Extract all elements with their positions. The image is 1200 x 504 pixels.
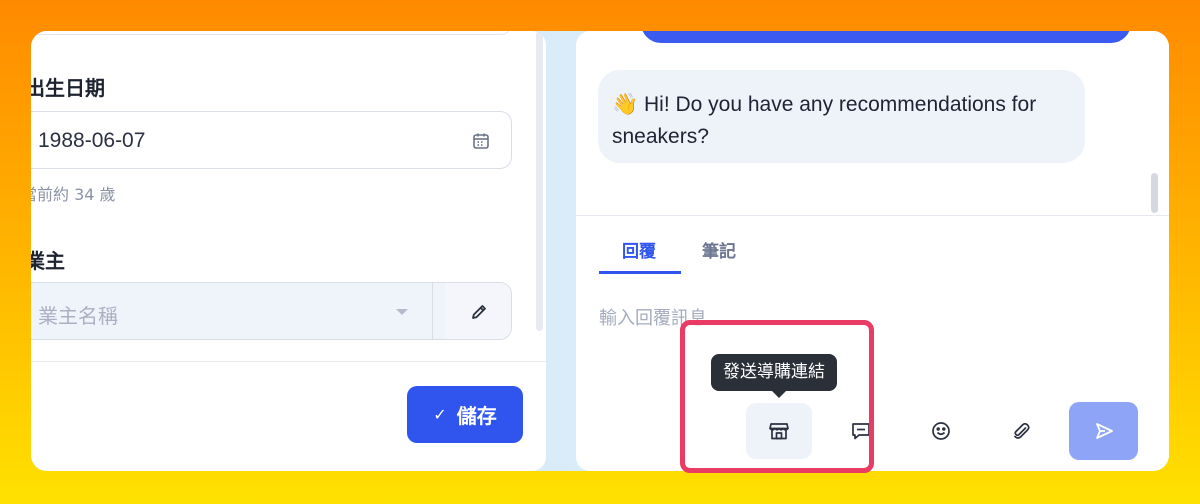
owner-select[interactable]: 業主名稱 — [31, 282, 512, 340]
shop-icon — [769, 423, 789, 440]
attach-button[interactable] — [988, 403, 1054, 459]
save-label: 儲存 — [456, 404, 497, 428]
form-scrollbar[interactable] — [536, 31, 543, 331]
send-button[interactable] — [1069, 402, 1138, 460]
birthdate-value: 1988-06-07 — [38, 129, 146, 152]
waving-hand-icon: 👋 — [612, 92, 639, 116]
chat-divider — [576, 215, 1169, 216]
edit-owner-button[interactable] — [445, 283, 511, 339]
previous-message-bubble — [641, 31, 1131, 43]
active-tab-indicator — [599, 271, 681, 274]
message-text: 👋 Hi! Do you have any recommendations fo… — [612, 88, 1052, 153]
owner-label: 業主 — [31, 249, 65, 273]
customer-message-bubble: 👋 Hi! Do you have any recommendations fo… — [598, 70, 1085, 163]
pencil-icon — [472, 305, 486, 319]
chevron-down-icon — [396, 309, 408, 315]
calendar-icon[interactable] — [471, 131, 491, 151]
tab-notes[interactable]: 筆記 — [702, 237, 736, 262]
tooltip-arrow — [772, 391, 786, 398]
birthdate-input[interactable]: 1988-06-07 — [31, 111, 512, 169]
send-icon — [1095, 423, 1113, 439]
form-divider — [31, 361, 546, 362]
previous-field[interactable] — [31, 31, 511, 35]
birthdate-label: 出生日期 — [31, 76, 105, 100]
select-divider — [432, 283, 433, 339]
message-body: Hi! Do you have any recommendations for … — [612, 93, 1037, 148]
app-window: 出生日期 1988-06-07 當前約 34 歲 業主 業主名稱 — [31, 31, 1169, 471]
check-icon: ✓ — [433, 405, 447, 424]
emoji-button[interactable] — [908, 403, 974, 459]
save-button[interactable]: ✓ 儲存 — [407, 386, 523, 443]
age-hint: 當前約 34 歲 — [31, 185, 116, 204]
quick-reply-icon — [852, 423, 870, 440]
quick-reply-button[interactable] — [828, 403, 894, 459]
emoji-icon — [932, 422, 950, 440]
owner-placeholder: 業主名稱 — [38, 304, 118, 328]
customer-form-panel: 出生日期 1988-06-07 當前約 34 歲 業主 業主名稱 — [31, 31, 546, 471]
paperclip-icon — [1014, 422, 1030, 439]
tooltip: 發送導購連結 — [711, 354, 837, 391]
chat-panel: 👋 Hi! Do you have any recommendations fo… — [576, 31, 1169, 471]
shop-link-button[interactable] — [746, 403, 812, 459]
tab-reply[interactable]: 回覆 — [622, 237, 656, 262]
reply-input[interactable]: 輸入回覆訊息 — [599, 304, 707, 330]
chat-scrollbar[interactable] — [1151, 173, 1158, 213]
